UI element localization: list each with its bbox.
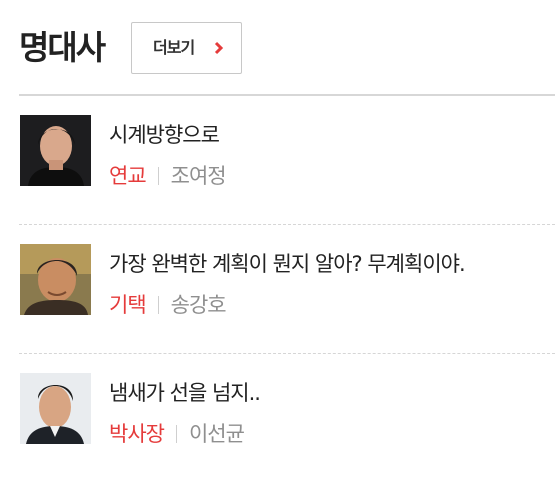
role-name: 기택 [109, 293, 147, 317]
actor-name: 이선균 [188, 422, 245, 446]
chevron-right-icon [214, 41, 224, 55]
avatar [20, 115, 91, 186]
separator [157, 296, 159, 314]
role-name: 연교 [109, 164, 147, 188]
quote-text: 냄새가 선을 넘지.. [109, 381, 261, 405]
actor-name: 송강호 [170, 293, 227, 317]
quote-text: 시계방향으로 [109, 123, 220, 147]
avatar [20, 244, 91, 315]
quote-item[interactable]: 시계방향으로 연교 조여정 [0, 96, 555, 225]
separator [175, 425, 177, 443]
actor-name: 조여정 [170, 164, 227, 188]
quote-text: 가장 완벽한 계획이 뭔지 알아? 무계획이야. [109, 252, 466, 276]
quote-item[interactable]: 냄새가 선을 넘지.. 박사장 이선균 [0, 354, 555, 483]
more-button-label: 더보기 [153, 38, 195, 57]
avatar [20, 373, 91, 444]
quote-meta: 박사장 이선균 [109, 420, 245, 448]
separator [157, 167, 159, 185]
section-header: 명대사 더보기 [0, 0, 555, 95]
role-name: 박사장 [109, 422, 165, 446]
more-button[interactable]: 더보기 [131, 22, 242, 74]
quote-meta: 연교 조여정 [109, 162, 227, 190]
quote-meta: 기택 송강호 [109, 291, 227, 319]
quote-item[interactable]: 가장 완벽한 계획이 뭔지 알아? 무계획이야. 기택 송강호 [0, 225, 555, 354]
section-title: 명대사 [19, 28, 106, 67]
